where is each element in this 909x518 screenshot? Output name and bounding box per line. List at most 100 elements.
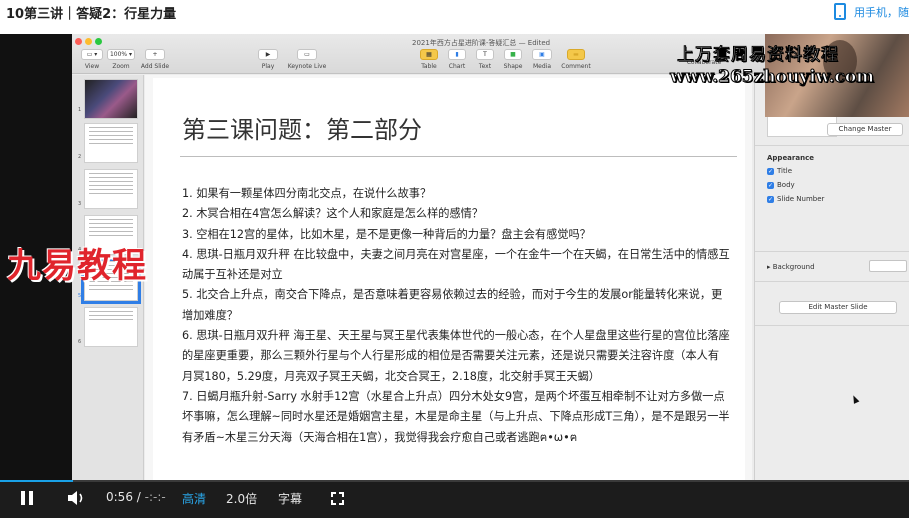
question-5: 5. 北交合上升点，南交合下降点，是否意味着更容易依赖过去的经验，而对于今生的发…	[182, 288, 723, 322]
player-controls: 0:56 / -:-:- 高清 2.0倍 字幕	[0, 480, 909, 518]
divider	[755, 281, 909, 282]
background-color-well[interactable]	[869, 260, 907, 272]
question-3: 3. 空相在12宫的星体，比如木星，是不是更像一种背后的力量？盘主会有感觉吗？	[182, 227, 591, 241]
toolbar-chart-button[interactable]: ▮ Chart	[446, 49, 468, 70]
toolbar-add-slide-button[interactable]: + Add Slide	[139, 49, 171, 70]
slide-thumbnail-3[interactable]	[84, 169, 138, 209]
toolbar-comment-button[interactable]: ▬ Comment	[560, 49, 592, 70]
question-1: 1. 如果有一颗星体四分南北交点，在说什么故事？	[182, 187, 432, 200]
toolbar-play-button[interactable]: ▶ Play	[258, 49, 278, 70]
time-display: 0:56 / -:-:-	[106, 490, 166, 504]
thumb-number: 3	[78, 201, 82, 207]
question-4: 4. 思琪-日瓶月双升秤 在比较盘中，夫妻之间月亮在对宫星座，一个在金牛一个在天…	[182, 247, 730, 282]
close-window-icon[interactable]	[75, 38, 82, 45]
change-master-button[interactable]: Change Master	[827, 123, 903, 136]
duration: -:-:-	[144, 490, 166, 504]
progress-bar[interactable]	[0, 480, 909, 482]
watermark-url: www.265zhouyiw.com	[669, 67, 875, 88]
thumb-number: 1	[78, 107, 82, 113]
mobile-link[interactable]: 用手机，随	[834, 3, 909, 20]
toolbar-label-shape: Shape	[503, 63, 523, 70]
divider	[755, 145, 909, 146]
zoom-window-icon[interactable]	[95, 38, 102, 45]
slide-title[interactable]: 第三课问题：第二部分	[182, 110, 422, 145]
checkbox-checked-icon: ✓	[767, 181, 774, 189]
toolbar-media-button[interactable]: ▣ Media	[530, 49, 554, 70]
toolbar-table-button[interactable]: ▦ Table	[418, 49, 440, 70]
toolbar-label-comment: Comment	[561, 63, 591, 70]
toolbar-shape-button[interactable]: ■ Shape	[502, 49, 524, 70]
toolbar-text-button[interactable]: T Text	[474, 49, 496, 70]
toolbar-label-text: Text	[478, 63, 492, 70]
checkbox-checked-icon: ✓	[767, 195, 774, 203]
question-2: 2. 木冥合相在4宫怎么解读？这个人和家庭是怎么样的感情？	[182, 207, 484, 221]
toolbar-label-view: View	[84, 63, 100, 70]
shape-icon: ■	[504, 49, 522, 60]
toolbar-label-table: Table	[421, 63, 437, 70]
checkbox-label: Body	[777, 181, 795, 189]
checkbox-label: Slide Number	[777, 195, 825, 203]
toolbar-label-zoom: Zoom	[112, 63, 130, 70]
slide-number-checkbox[interactable]: ✓ Slide Number	[767, 195, 824, 203]
keynote-live-icon: ▭	[297, 49, 317, 60]
text-icon: T	[476, 49, 494, 60]
format-inspector: Change Master Appearance ✓ Title ✓ Body …	[754, 75, 909, 480]
media-icon: ▣	[532, 49, 552, 60]
checkbox-label: Title	[777, 167, 793, 175]
plus-icon: +	[145, 49, 165, 60]
background-label: Background	[772, 263, 815, 271]
comment-icon: ▬	[567, 49, 585, 60]
thumb-number: 6	[78, 339, 82, 345]
subtitles-button[interactable]: 字幕	[278, 490, 302, 507]
body-checkbox[interactable]: ✓ Body	[767, 181, 795, 189]
thumb-number: 2	[78, 154, 82, 160]
video-frame[interactable]: 2021年西方占星进阶课-答疑汇总 — Edited ▭ ▾ View 100%…	[0, 34, 909, 518]
watermark-text: 上万套周易资料教程	[677, 45, 839, 66]
volume-icon[interactable]	[66, 490, 88, 506]
slide-canvas[interactable]: 第三课问题：第二部分 1. 如果有一颗星体四分南北交点，在说什么故事？ 2. 木…	[145, 75, 752, 480]
question-7: 7. 日蝎月瓶升射-Sarry 水射手12宫（水星合上升点）四分木处女9宫，是两…	[182, 389, 730, 444]
divider	[755, 325, 909, 326]
toolbar-label-keynote-live: Keynote Live	[287, 63, 327, 70]
toolbar-label-media: Media	[532, 63, 552, 70]
toolbar-label-add-slide: Add Slide	[140, 63, 170, 70]
toolbar-label-chart: Chart	[448, 63, 466, 70]
time-separator: /	[136, 490, 141, 504]
current-time: 0:56	[106, 490, 133, 504]
toolbar-label-play: Play	[261, 63, 275, 70]
toolbar-keynote-live-button[interactable]: ▭ Keynote Live	[287, 49, 327, 70]
thumb-number: 5	[78, 293, 82, 299]
slide-body[interactable]: 1. 如果有一颗星体四分南北交点，在说什么故事？ 2. 木冥合相在4宫怎么解读？…	[182, 184, 730, 448]
view-icon: ▭ ▾	[81, 49, 103, 60]
edit-master-slide-button[interactable]: Edit Master Slide	[779, 301, 897, 314]
toolbar-view-button[interactable]: ▭ ▾ View	[78, 49, 106, 70]
title-checkbox[interactable]: ✓ Title	[767, 167, 792, 175]
divider	[755, 251, 909, 252]
appearance-heading: Appearance	[767, 154, 814, 162]
phone-icon	[834, 3, 846, 20]
slide-thumbnail-6[interactable]	[84, 307, 138, 347]
chart-icon: ▮	[448, 49, 466, 60]
pause-icon[interactable]	[21, 491, 33, 505]
brand-watermark: 九易教程	[7, 246, 147, 286]
slide[interactable]: 第三课问题：第二部分 1. 如果有一颗星体四分南北交点，在说什么故事？ 2. 木…	[153, 78, 745, 480]
speed-button[interactable]: 2.0倍	[226, 490, 257, 507]
fullscreen-icon[interactable]	[331, 492, 344, 505]
checkbox-checked-icon: ✓	[767, 167, 774, 175]
page-title: 10第三讲｜答疑2：行星力量	[6, 7, 177, 22]
progress-fill	[0, 480, 73, 482]
zoom-value: 100% ▾	[107, 49, 135, 60]
minimize-window-icon[interactable]	[85, 38, 92, 45]
slide-thumbnail-2[interactable]	[84, 123, 138, 163]
toolbar-zoom-button[interactable]: 100% ▾ Zoom	[107, 49, 135, 70]
quality-button[interactable]: 高清	[182, 490, 206, 507]
document-title: 2021年西方占星进阶课-答疑汇总 — Edited	[412, 39, 551, 47]
play-icon: ▶	[258, 49, 278, 60]
slide-divider	[180, 156, 737, 157]
mobile-link-label[interactable]: 用手机，随	[854, 4, 909, 20]
table-icon: ▦	[420, 49, 438, 60]
slide-thumbnail-1[interactable]	[84, 79, 138, 119]
question-6: 6. 思琪-日瓶月双升秤 海王星、天王星与冥王星代表集体世代的一般心态，在个人星…	[182, 329, 730, 383]
background-disclosure[interactable]: ▸ Background	[767, 263, 815, 271]
page-header: 10第三讲｜答疑2：行星力量 用手机，随	[0, 0, 909, 34]
